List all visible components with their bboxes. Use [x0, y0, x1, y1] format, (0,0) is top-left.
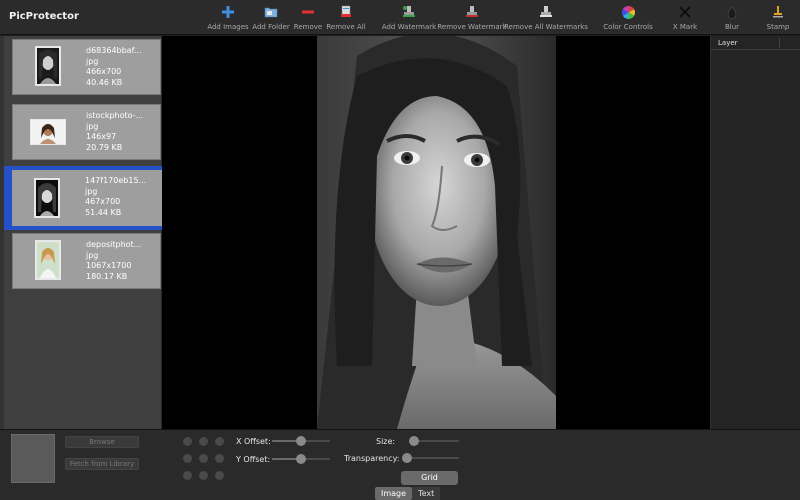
x-mark-button[interactable]: X Mark	[672, 4, 698, 32]
file-dimensions: 1067x1700	[86, 261, 132, 270]
file-item-inner: 147f170eb15... jpg 467x700 51.44 KB	[12, 170, 162, 226]
main-photo	[317, 36, 556, 429]
fetch-from-library-button[interactable]: Fetch from Library	[65, 458, 139, 470]
x-offset-slider[interactable]	[272, 435, 330, 447]
file-dimensions: 466x700	[86, 67, 122, 76]
bottom-controls: Browse Fetch from Library X Offset: Y Of…	[0, 429, 800, 500]
position-dot-bottom-left[interactable]	[183, 471, 192, 480]
y-offset-label: Y Offset:	[236, 455, 271, 464]
file-thumbnail	[34, 178, 60, 218]
slider-knob[interactable]	[409, 436, 419, 446]
file-type: jpg	[86, 56, 99, 66]
position-dot-bottom-right[interactable]	[215, 471, 224, 480]
position-dot-top-right[interactable]	[215, 437, 224, 446]
layer-panel[interactable]: Layer	[710, 36, 800, 429]
image-canvas[interactable]	[162, 36, 710, 429]
add-folder-button[interactable]: Add Folder	[252, 4, 290, 32]
file-thumbnail	[35, 46, 61, 86]
file-name: depositphot...	[86, 240, 142, 249]
file-meta: 147f170eb15... jpg 467x700 51.44 KB	[85, 176, 146, 218]
file-thumbnail	[35, 240, 61, 280]
remove-all-button[interactable]: Remove All	[326, 4, 366, 32]
stamp-remove-icon	[464, 4, 480, 20]
sidebar-edge	[0, 36, 4, 429]
position-dot-middle-center[interactable]	[199, 454, 208, 463]
app-title: PicProtector	[9, 11, 79, 22]
transparency-slider[interactable]	[402, 452, 459, 464]
file-meta: depositphot... jpg 1067x1700 180.17 KB	[86, 240, 141, 282]
stamp-remove-all-icon	[538, 4, 554, 20]
color-controls-button[interactable]: Color Controls	[603, 4, 653, 32]
remove-all-icon	[338, 4, 354, 20]
file-size: 20.79 KB	[86, 142, 123, 152]
position-dot-top-center[interactable]	[199, 437, 208, 446]
plus-icon	[220, 4, 236, 20]
stamp-add-icon	[401, 4, 417, 20]
stamp-button[interactable]: Stamp	[766, 4, 790, 32]
size-label: Size:	[376, 437, 396, 446]
file-thumbnail	[30, 119, 66, 145]
toolbar: PicProtector Add Images Add Folder Remov…	[0, 0, 800, 35]
file-list-item[interactable]: depositphot... jpg 1067x1700 180.17 KB	[12, 233, 161, 289]
transparency-label: Transparency:	[344, 454, 400, 463]
blur-button[interactable]: Blur	[722, 4, 742, 32]
remove-button[interactable]: Remove	[294, 4, 322, 32]
slider-knob[interactable]	[296, 436, 306, 446]
browse-button[interactable]: Browse	[65, 436, 139, 448]
tab-image[interactable]: Image	[375, 487, 413, 500]
x-mark-icon	[677, 4, 693, 20]
layer-header-label: Layer	[718, 39, 738, 47]
file-size: 51.44 KB	[85, 207, 122, 217]
file-type: jpg	[86, 250, 99, 260]
file-name: istockphoto-...	[86, 111, 144, 120]
file-list-item[interactable]: d68364bbaf... jpg 466x700 40.46 KB	[12, 39, 161, 95]
file-name: d68364bbaf...	[86, 46, 142, 55]
remove-all-watermarks-button[interactable]: Remove All Watermarks	[504, 4, 588, 32]
file-meta: istockphoto-... jpg 146x97 20.79 KB	[86, 111, 143, 153]
position-dot-bottom-center[interactable]	[199, 471, 208, 480]
panel-tabs: Image Text	[375, 487, 441, 500]
column-divider	[779, 38, 780, 48]
file-list-item-selected[interactable]: 147f170eb15... jpg 467x700 51.44 KB	[4, 166, 162, 230]
remove-watermark-button[interactable]: Remove Watermark	[437, 4, 507, 32]
color-wheel-icon	[620, 4, 636, 20]
file-name: 147f170eb15...	[85, 176, 147, 185]
file-list-sidebar[interactable]: d68364bbaf... jpg 466x700 40.46 KB istoc…	[0, 36, 162, 429]
y-offset-slider[interactable]	[272, 453, 330, 465]
folder-icon	[263, 4, 279, 20]
file-type: jpg	[85, 186, 98, 196]
add-images-button[interactable]: Add Images	[207, 4, 249, 32]
stamp-icon	[770, 4, 786, 20]
position-dot-middle-left[interactable]	[183, 454, 192, 463]
size-slider[interactable]	[409, 435, 459, 447]
grid-button[interactable]: Grid	[401, 471, 458, 485]
file-dimensions: 467x700	[85, 197, 121, 206]
file-size: 40.46 KB	[86, 77, 123, 87]
slider-knob[interactable]	[296, 454, 306, 464]
file-list-item[interactable]: istockphoto-... jpg 146x97 20.79 KB	[12, 104, 161, 160]
tab-text[interactable]: Text	[412, 487, 441, 500]
x-offset-label: X Offset:	[236, 437, 271, 446]
file-size: 180.17 KB	[86, 271, 128, 281]
file-type: jpg	[86, 121, 99, 131]
minus-icon	[300, 4, 316, 20]
droplet-icon	[724, 4, 740, 20]
layer-header: Layer	[711, 36, 800, 50]
file-meta: d68364bbaf... jpg 466x700 40.46 KB	[86, 46, 141, 88]
slider-knob[interactable]	[402, 453, 412, 463]
position-dot-middle-right[interactable]	[215, 454, 224, 463]
add-watermark-button[interactable]: Add Watermark	[382, 4, 436, 32]
watermark-preview	[11, 434, 55, 483]
file-dimensions: 146x97	[86, 132, 117, 141]
position-dot-top-left[interactable]	[183, 437, 192, 446]
